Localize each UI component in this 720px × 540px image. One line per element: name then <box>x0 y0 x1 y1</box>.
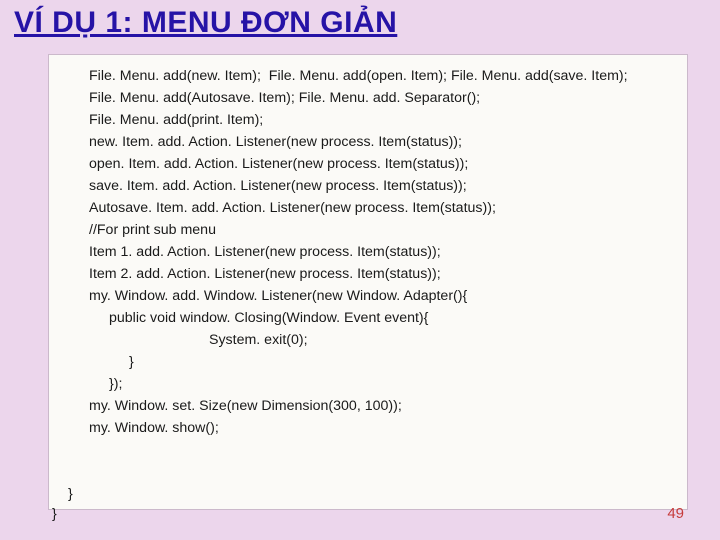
code-line: } <box>89 351 681 373</box>
code-line: open. Item. add. Action. Listener(new pr… <box>89 153 681 175</box>
slide: VÍ DỤ 1: MENU ĐƠN GIẢN File. Menu. add(n… <box>0 0 720 540</box>
code-line: new. Item. add. Action. Listener(new pro… <box>89 131 681 153</box>
code-line: my. Window. show(); <box>89 417 681 439</box>
code-line: public void window. Closing(Window. Even… <box>89 307 681 329</box>
code-line: //For print sub menu <box>89 219 681 241</box>
page-number: 49 <box>667 505 684 522</box>
code-block: File. Menu. add(new. Item); File. Menu. … <box>48 54 688 510</box>
code-line: File. Menu. add(new. Item); File. Menu. … <box>89 65 681 87</box>
code-close-brace: } <box>68 486 73 502</box>
code-line: Autosave. Item. add. Action. Listener(ne… <box>89 197 681 219</box>
code-line: File. Menu. add(Autosave. Item); File. M… <box>89 87 681 109</box>
code-line: }); <box>89 373 681 395</box>
slide-title: VÍ DỤ 1: MENU ĐƠN GIẢN <box>14 6 397 40</box>
code-line: Item 1. add. Action. Listener(new proces… <box>89 241 681 263</box>
code-line: File. Menu. add(print. Item); <box>89 109 681 131</box>
code-line: my. Window. set. Size(new Dimension(300,… <box>89 395 681 417</box>
code-line: my. Window. add. Window. Listener(new Wi… <box>89 285 681 307</box>
code-line: System. exit(0); <box>89 329 681 351</box>
code-line: save. Item. add. Action. Listener(new pr… <box>89 175 681 197</box>
code-close-brace: } <box>52 506 57 522</box>
code-line: Item 2. add. Action. Listener(new proces… <box>89 263 681 285</box>
